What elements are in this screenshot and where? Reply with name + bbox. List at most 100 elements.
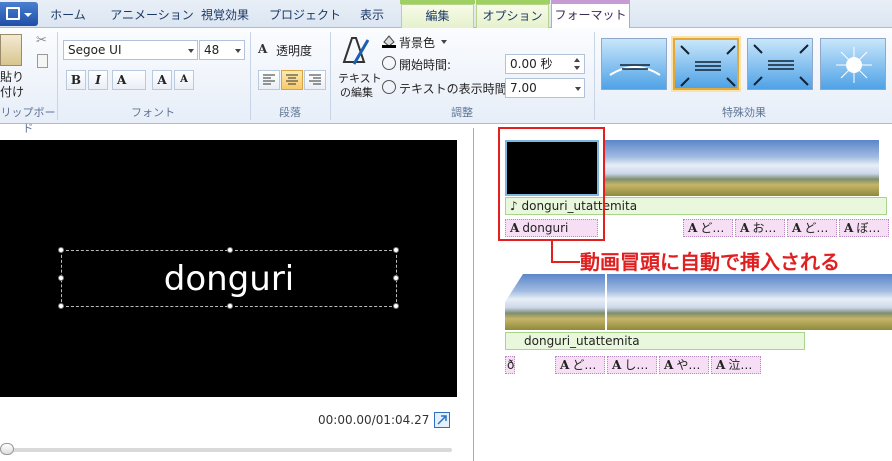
resize-handle[interactable] bbox=[227, 303, 233, 309]
music-bar[interactable]: donguri_utattemita bbox=[505, 332, 805, 350]
highlight-box bbox=[498, 127, 605, 241]
video-frame[interactable] bbox=[695, 140, 787, 196]
effect-burst-icon bbox=[836, 47, 872, 83]
cut-icon[interactable]: ✂ bbox=[36, 34, 48, 48]
italic-button[interactable]: I bbox=[88, 70, 108, 90]
transparency-label[interactable]: 透明度 bbox=[276, 42, 312, 59]
effect-zoom-in-icon bbox=[680, 45, 736, 87]
font-group-label: フォント bbox=[131, 106, 175, 119]
caption-text-box[interactable]: donguri bbox=[58, 247, 399, 309]
caption-item[interactable]: A し… bbox=[607, 356, 657, 374]
align-center-icon bbox=[286, 74, 298, 85]
tab-home[interactable]: ホーム bbox=[42, 4, 94, 28]
seek-thumb[interactable] bbox=[0, 443, 14, 455]
copy-icon[interactable] bbox=[37, 54, 48, 68]
tab-format[interactable]: フォーマット bbox=[551, 3, 630, 29]
tab-edit[interactable]: 編集 bbox=[401, 4, 474, 28]
font-size-value: 48 bbox=[204, 43, 220, 57]
preview-caption-text[interactable]: donguri bbox=[62, 259, 396, 299]
font-size-combo[interactable]: 48 bbox=[199, 40, 245, 60]
start-time-label: 開始時間: bbox=[399, 58, 452, 72]
video-frame[interactable] bbox=[702, 274, 797, 330]
effect-swirl-icon bbox=[609, 64, 661, 76]
caption-item[interactable]: A や… bbox=[659, 356, 709, 374]
paragraph-group-label: 段落 bbox=[279, 106, 301, 119]
bold-button[interactable]: B bbox=[66, 70, 86, 90]
video-frame[interactable] bbox=[787, 140, 879, 196]
font-color-label: A bbox=[117, 73, 127, 87]
annotation-text: 動画冒頭に自動で挿入される bbox=[580, 250, 840, 274]
edit-text-icon[interactable] bbox=[340, 34, 372, 66]
effect-thumbnail-1[interactable] bbox=[601, 38, 667, 90]
tab-visual-effects[interactable]: 視覚効果 bbox=[190, 4, 260, 28]
spin-up-icon[interactable] bbox=[574, 58, 580, 62]
clipboard-group-label: リップボード bbox=[0, 106, 56, 135]
expand-icon bbox=[437, 415, 447, 425]
ribbon-tab-bar: ホーム アニメーション 視覚効果 プロジェクト 表示 編集 オプション フォーマ… bbox=[0, 0, 892, 29]
caption-item[interactable]: A ぼ… bbox=[839, 219, 889, 237]
tab-project[interactable]: プロジェクト bbox=[262, 4, 348, 28]
font-color-button[interactable]: A bbox=[112, 70, 146, 90]
chevron-down-icon bbox=[575, 87, 581, 91]
align-right-icon bbox=[309, 74, 321, 85]
adjust-group-label: 調整 bbox=[451, 106, 473, 119]
caption-item-small[interactable]: ð bbox=[505, 356, 515, 374]
align-center-button[interactable] bbox=[281, 70, 303, 90]
caption-item[interactable]: A ど… bbox=[683, 219, 733, 237]
caption-text: し… bbox=[624, 358, 649, 372]
resize-handle[interactable] bbox=[227, 247, 233, 253]
effect-thumbnail-2-selected[interactable] bbox=[673, 38, 739, 90]
align-left-button[interactable] bbox=[258, 70, 280, 90]
resize-handle[interactable] bbox=[393, 247, 399, 253]
font-family-value: Segoe UI bbox=[68, 43, 122, 57]
chevron-down-icon[interactable] bbox=[441, 40, 447, 44]
video-frame[interactable] bbox=[607, 274, 702, 330]
caption-item[interactable]: A 泣… bbox=[711, 356, 761, 374]
app-menu-icon bbox=[6, 7, 20, 20]
duration-combo[interactable]: 7.00 bbox=[505, 78, 585, 98]
font-family-combo[interactable]: Segoe UI bbox=[63, 40, 198, 60]
resize-handle[interactable] bbox=[58, 303, 64, 309]
resize-handle[interactable] bbox=[393, 303, 399, 309]
caption-item[interactable]: A ど… bbox=[555, 356, 605, 374]
chevron-down-icon bbox=[24, 13, 32, 17]
tab-view[interactable]: 表示 bbox=[350, 4, 394, 28]
duration-icon bbox=[382, 80, 396, 94]
video-preview[interactable]: donguri bbox=[0, 140, 457, 397]
caption-item[interactable]: A ど… bbox=[787, 219, 837, 237]
background-color-icon[interactable] bbox=[382, 34, 396, 48]
caption-item[interactable]: A お… bbox=[735, 219, 785, 237]
separator bbox=[594, 32, 595, 120]
separator bbox=[250, 32, 251, 120]
caption-text: や… bbox=[676, 358, 701, 372]
shrink-font-button[interactable]: A bbox=[174, 70, 194, 90]
transparency-icon[interactable]: A bbox=[258, 42, 274, 56]
ribbon: 貼り 付け ✂ リップボード Segoe UI 48 B I A A A フォン… bbox=[0, 28, 892, 135]
start-time-input[interactable]: 0.00 秒 bbox=[505, 54, 585, 74]
separator bbox=[330, 32, 331, 120]
paste-label-2: 付け bbox=[0, 85, 25, 99]
align-right-button[interactable] bbox=[304, 70, 326, 90]
seek-bar[interactable] bbox=[0, 448, 452, 452]
tab-options[interactable]: オプション bbox=[476, 4, 549, 28]
spin-down-icon[interactable] bbox=[574, 66, 580, 70]
edit-text-label-2[interactable]: の編集 bbox=[340, 84, 373, 100]
video-frame[interactable] bbox=[797, 274, 892, 330]
start-time-icon bbox=[382, 56, 396, 70]
pane-divider[interactable] bbox=[473, 128, 474, 461]
background-color-label[interactable]: 背景色 bbox=[399, 34, 435, 51]
application-menu-button[interactable] bbox=[0, 2, 38, 26]
video-frame[interactable] bbox=[603, 140, 695, 196]
effect-thumbnail-3[interactable] bbox=[747, 38, 813, 90]
resize-handle[interactable] bbox=[58, 275, 64, 281]
grow-font-button[interactable]: A bbox=[152, 70, 172, 90]
fullscreen-button[interactable] bbox=[434, 412, 450, 428]
resize-handle[interactable] bbox=[58, 247, 64, 253]
duration-label: テキストの表示時間: bbox=[399, 82, 511, 96]
resize-handle[interactable] bbox=[393, 275, 399, 281]
effect-thumbnail-4[interactable] bbox=[820, 38, 886, 90]
caption-text: ど… bbox=[572, 358, 597, 372]
paste-icon[interactable] bbox=[0, 34, 22, 66]
effects-group-label: 特殊効果 bbox=[722, 106, 766, 119]
chevron-down-icon bbox=[188, 49, 194, 53]
